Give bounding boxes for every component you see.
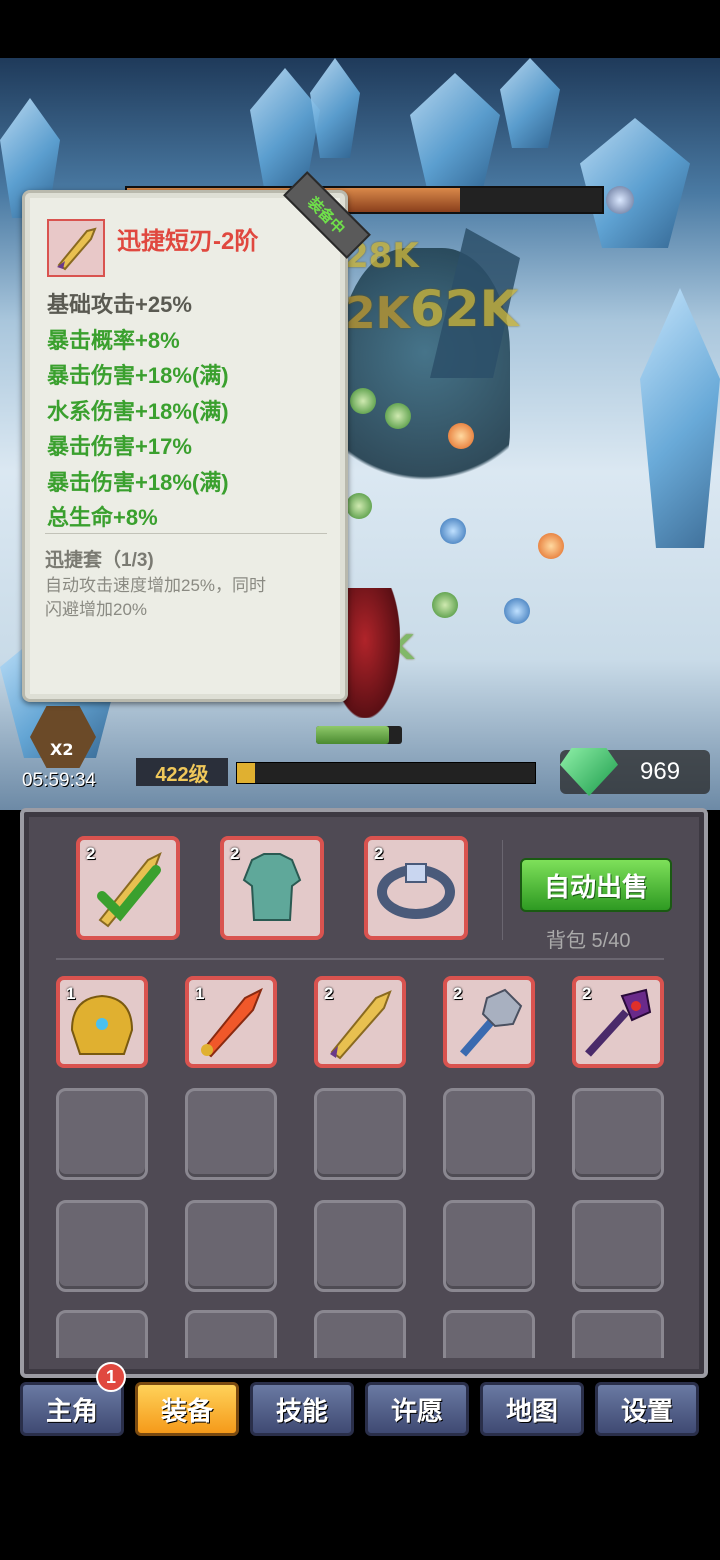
bag-capacity: 背包 5/40 [546, 930, 631, 952]
gem-counter: 969 [560, 748, 710, 796]
empty-slot[interactable] [572, 1088, 664, 1180]
item-tooltip: 迅捷短刃-2阶 基础攻击+25% 暴击概率+8% 暴击伤害+18%(满) 水系伤… [22, 190, 348, 702]
item-level: 2 [453, 984, 463, 1003]
tab-equipment[interactable]: 装备 [135, 1382, 239, 1436]
empty-slot[interactable] [56, 1088, 148, 1180]
empty-slot[interactable] [314, 1310, 406, 1358]
empty-slot[interactable] [185, 1310, 277, 1358]
dagger-icon [47, 219, 105, 277]
item-level: 2 [324, 984, 334, 1003]
divider [56, 958, 664, 960]
projectile-icon [346, 493, 372, 519]
hero-health-bar [316, 726, 402, 744]
equipped-ring-slot[interactable]: 2 [364, 836, 468, 940]
projectile-icon [538, 533, 564, 559]
ice-crystal [310, 58, 360, 158]
projectile-icon [385, 403, 411, 429]
projectile-icon [440, 518, 466, 544]
ice-crystal [410, 73, 500, 193]
projectile-icon [350, 388, 376, 414]
affix-stat: 暴击概率+8% [47, 328, 180, 353]
projectile-icon [448, 423, 474, 449]
set-title: 迅捷套（1/3) [45, 550, 154, 571]
boss-element-icon [606, 186, 634, 214]
exp-bar [236, 762, 536, 784]
empty-slot[interactable] [56, 1200, 148, 1292]
item-level: 1 [66, 984, 76, 1003]
item-level: 2 [582, 984, 592, 1003]
item-level: 2 [230, 844, 240, 863]
item-level: 2 [86, 844, 96, 863]
empty-slot[interactable] [572, 1310, 664, 1358]
empty-slot[interactable] [572, 1200, 664, 1292]
item-level: 1 [195, 984, 205, 1003]
bag-item[interactable]: 1 [185, 976, 277, 1068]
tab-skills[interactable]: 技能 [250, 1382, 354, 1436]
empty-slot[interactable] [443, 1200, 535, 1292]
equipped-ribbon: 装备中 [276, 171, 371, 259]
ice-crystal [580, 118, 690, 248]
empty-slot[interactable] [185, 1200, 277, 1292]
affix-stat: 总生命+8% [47, 505, 158, 530]
divider [45, 533, 327, 534]
inventory-panel: 2 2 2 自动出售 背包 5/40 1 1 2 2 2 [20, 808, 708, 1378]
empty-slot[interactable] [443, 1088, 535, 1180]
tab-wish[interactable]: 许愿 [365, 1382, 469, 1436]
bag-item[interactable]: 2 [572, 976, 664, 1068]
set-description: 自动攻击速度增加25%，同时 [45, 576, 267, 595]
ice-crystal [500, 58, 560, 148]
set-description: 闪避增加20% [45, 600, 148, 619]
tab-settings[interactable]: 设置 [595, 1382, 699, 1436]
emerald-gem-icon [560, 748, 618, 796]
empty-slot[interactable] [56, 1310, 148, 1358]
timer: 05:59:34 [22, 770, 96, 791]
ice-crystal [640, 288, 720, 548]
equipped-armor-slot[interactable]: 2 [220, 836, 324, 940]
damage-number: 62K [410, 280, 519, 338]
empty-slot[interactable] [314, 1200, 406, 1292]
bag-item[interactable]: 1 [56, 976, 148, 1068]
affix-stat: 暴击伤害+17% [47, 434, 192, 459]
notification-badge: 1 [96, 1362, 126, 1392]
affix-stat: 暴击伤害+18%(满) [47, 470, 229, 495]
bag-item[interactable]: 2 [314, 976, 406, 1068]
multiplier-label: X2 [50, 740, 74, 759]
empty-slot[interactable] [185, 1088, 277, 1180]
affix-stat: 暴击伤害+18%(满) [47, 363, 229, 388]
projectile-icon [432, 592, 458, 618]
damage-number: 2K [345, 288, 410, 339]
bag-item[interactable]: 2 [443, 976, 535, 1068]
empty-slot[interactable] [314, 1088, 406, 1180]
tab-map[interactable]: 地图 [480, 1382, 584, 1436]
base-stat: 基础攻击+25% [47, 292, 192, 317]
equipped-weapon-slot[interactable]: 2 [76, 836, 180, 940]
item-name: 迅捷短刃-2阶 [117, 228, 259, 255]
ice-crystal [250, 68, 320, 188]
divider [502, 840, 503, 940]
empty-slot[interactable] [443, 1310, 535, 1358]
gem-count: 969 [640, 758, 681, 785]
item-level: 2 [374, 844, 384, 863]
affix-stat: 水系伤害+18%(满) [47, 399, 229, 424]
projectile-icon [504, 598, 530, 624]
exp-bar-fill [237, 763, 255, 783]
level-badge: 422级 [136, 758, 228, 786]
scroll-clip [24, 1310, 696, 1358]
equipped-label: 装备中 [304, 193, 349, 238]
auto-sell-button[interactable]: 自动出售 [520, 858, 672, 912]
